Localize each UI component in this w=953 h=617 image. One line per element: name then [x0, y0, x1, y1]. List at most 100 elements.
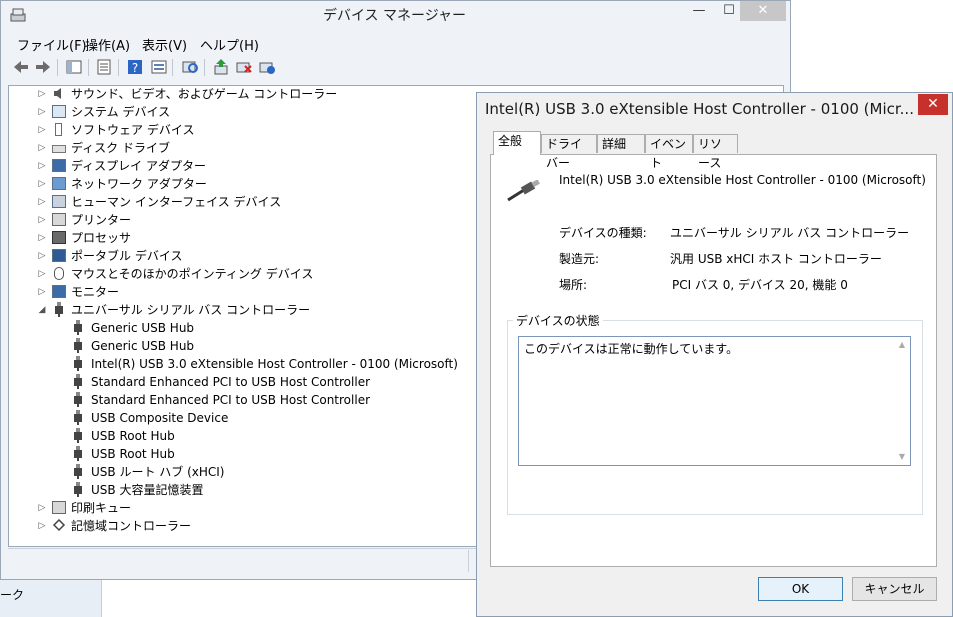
hid-icon	[52, 195, 66, 208]
tree-label: USB ルート ハブ (xHCI)	[91, 465, 225, 479]
software-icon	[55, 123, 62, 136]
collapse-arrow-icon[interactable]: ◢	[38, 301, 46, 319]
expand-arrow-icon[interactable]: ▷	[38, 139, 46, 157]
usb-plug-icon	[74, 320, 82, 335]
expand-arrow-icon[interactable]: ▷	[38, 103, 46, 121]
tree-label: システム デバイス	[71, 105, 171, 119]
dialog-title: Intel(R) USB 3.0 eXtensible Host Control…	[485, 100, 914, 118]
device-name: Intel(R) USB 3.0 eXtensible Host Control…	[559, 173, 926, 187]
usb-plug-icon	[74, 356, 82, 371]
tab-driver[interactable]: ドライバー	[541, 134, 597, 170]
speaker-icon	[54, 88, 61, 99]
device-status-legend: デバイスの状態	[513, 312, 603, 329]
back-icon[interactable]	[12, 58, 30, 76]
tree-label: Intel(R) USB 3.0 eXtensible Host Control…	[91, 357, 458, 371]
expand-arrow-icon[interactable]: ▷	[38, 121, 46, 139]
usb-plug-icon	[74, 428, 82, 443]
storage-controller-icon	[52, 519, 66, 532]
display-icon	[52, 159, 66, 172]
prop-key-manufacturer: 製造元:	[559, 252, 600, 266]
processor-icon	[52, 231, 66, 244]
prop-value-manufacturer: 汎用 USB xHCI ホスト コントローラー	[670, 252, 882, 266]
tree-label: USB Root Hub	[91, 447, 175, 461]
ok-button[interactable]: OK	[758, 577, 843, 601]
tab-resources[interactable]: リソース	[693, 134, 738, 170]
tab-details[interactable]: 詳細	[597, 134, 645, 153]
tree-label: マウスとそのほかのポインティング デバイス	[71, 267, 314, 281]
tree-label: プリンター	[71, 213, 132, 227]
tree-label: USB 大容量記憶装置	[91, 483, 204, 497]
close-button[interactable]: ✕	[740, 1, 786, 21]
usb-plug-icon	[74, 410, 82, 425]
tree-label: サウンド、ビデオ、およびゲーム コントローラー	[71, 87, 338, 101]
tree-label: プロセッサ	[71, 231, 132, 245]
properties-icon[interactable]	[95, 58, 113, 76]
forward-icon[interactable]	[34, 58, 52, 76]
tree-label: ネットワーク アダプター	[71, 177, 207, 191]
tab-general[interactable]: 全般	[493, 131, 541, 155]
system-icon	[52, 105, 66, 118]
update-driver-icon[interactable]	[212, 58, 230, 76]
expand-arrow-icon[interactable]: ▷	[38, 211, 46, 229]
show-hide-tree-icon[interactable]	[65, 58, 83, 76]
usb-plug-icon	[74, 482, 82, 497]
expand-arrow-icon[interactable]: ▷	[38, 499, 46, 517]
disable-device-icon[interactable]	[235, 58, 253, 76]
usb-plug-icon	[74, 374, 82, 389]
dialog-close-button[interactable]: ✕	[918, 94, 948, 115]
expand-arrow-icon[interactable]: ▷	[38, 247, 46, 265]
usb-plug-icon	[74, 446, 82, 461]
prop-key-device-type: デバイスの種類:	[559, 226, 647, 240]
menu-view[interactable]: 表示(V)	[142, 35, 187, 54]
tree-label: USB Root Hub	[91, 429, 175, 443]
menu-help[interactable]: ヘルプ(H)	[200, 35, 259, 54]
scan-hardware-icon[interactable]	[181, 58, 199, 76]
expand-arrow-icon[interactable]: ▷	[38, 517, 46, 535]
expand-arrow-icon[interactable]: ▷	[38, 283, 46, 301]
prop-value-device-type: ユニバーサル シリアル バス コントローラー	[670, 226, 910, 240]
tree-label: ソフトウェア デバイス	[71, 123, 195, 137]
tree-label: 記憶域コントローラー	[71, 519, 192, 533]
menu-file[interactable]: ファイル(F)	[17, 35, 87, 54]
usb-plug-icon	[74, 392, 82, 407]
tree-label: ユニバーサル シリアル バス コントローラー	[71, 303, 311, 317]
tree-label: USB Composite Device	[91, 411, 229, 425]
expand-arrow-icon[interactable]: ▷	[38, 85, 46, 103]
menu-action[interactable]: 操作(A)	[85, 35, 130, 54]
network-icon	[52, 177, 66, 190]
svg-text:?: ?	[132, 61, 138, 75]
tree-label: モニター	[71, 285, 120, 299]
scroll-down-icon[interactable]: ▼	[895, 450, 909, 464]
tree-label: Standard Enhanced PCI to USB Host Contro…	[91, 375, 371, 389]
prop-value-location: PCI バス 0, デバイス 20, 機能 0	[672, 278, 848, 292]
usb-plug-icon	[55, 302, 63, 317]
help-icon[interactable]: ?	[126, 58, 144, 76]
expand-arrow-icon[interactable]: ▷	[38, 193, 46, 211]
expand-arrow-icon[interactable]: ▷	[38, 157, 46, 175]
expand-arrow-icon[interactable]: ▷	[38, 175, 46, 193]
view-icon[interactable]	[150, 58, 168, 76]
expand-arrow-icon[interactable]: ▷	[38, 265, 46, 283]
scroll-up-icon[interactable]: ▲	[895, 338, 909, 352]
tree-label: ポータブル デバイス	[71, 249, 183, 263]
printer-icon	[52, 213, 66, 226]
prop-key-location: 場所:	[559, 278, 588, 292]
toolbar: ?	[8, 56, 788, 80]
tree-label: Generic USB Hub	[91, 321, 195, 335]
cancel-button[interactable]: キャンセル	[852, 577, 937, 601]
usb-plug-icon	[74, 338, 82, 353]
expand-arrow-icon[interactable]: ▷	[38, 229, 46, 247]
tree-label: ヒューマン インターフェイス デバイス	[71, 195, 282, 209]
minimize-button[interactable]: —	[684, 1, 714, 21]
tree-label: ディスプレイ アダプター	[71, 159, 206, 173]
tree-label: Generic USB Hub	[91, 339, 195, 353]
device-status-text: このデバイスは正常に動作しています。	[524, 342, 739, 356]
window-title: デバイス マネージャー	[322, 8, 467, 24]
tree-label: ディスク ドライブ	[71, 141, 170, 155]
print-queue-icon	[52, 501, 66, 514]
tree-label: Standard Enhanced PCI to USB Host Contro…	[91, 393, 371, 407]
monitor-icon	[52, 285, 66, 298]
uninstall-device-icon[interactable]	[258, 58, 276, 76]
tab-events[interactable]: イベント	[645, 134, 693, 170]
usb-plug-icon	[74, 464, 82, 479]
